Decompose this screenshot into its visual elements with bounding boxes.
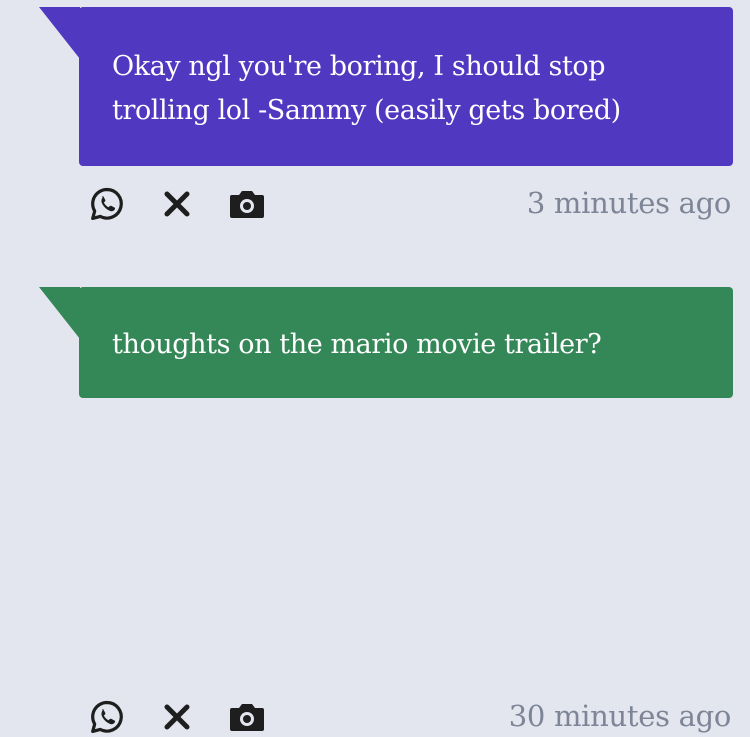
dismiss-button[interactable]: [158, 185, 196, 223]
camera-icon: [230, 191, 264, 218]
message-actions: [88, 697, 298, 737]
screenshot-button[interactable]: [228, 698, 266, 736]
message-timestamp: 30 minutes ago: [508, 699, 732, 733]
close-icon: [164, 191, 190, 217]
message-text: thoughts on the mario movie trailer?: [112, 329, 602, 360]
message-actions: [88, 184, 298, 224]
camera-icon: [230, 704, 264, 731]
message-timestamp: 3 minutes ago: [526, 186, 731, 220]
bubble-tail: [39, 287, 80, 339]
whatsapp-icon: [91, 187, 123, 220]
message-bubble: Okay ngl you're boring, I should stop tr…: [79, 7, 733, 166]
close-icon: [164, 704, 190, 730]
message-feed: Okay ngl you're boring, I should stop tr…: [0, 0, 750, 733]
screenshot-button[interactable]: [228, 185, 266, 223]
whatsapp-icon: [91, 700, 123, 733]
share-whatsapp-button[interactable]: [88, 698, 126, 736]
share-whatsapp-button[interactable]: [88, 185, 126, 223]
bubble-tail: [39, 7, 80, 59]
dismiss-button[interactable]: [158, 698, 196, 736]
message-bubble: thoughts on the mario movie trailer?: [79, 287, 733, 398]
message-text: Okay ngl you're boring, I should stop tr…: [112, 51, 621, 126]
